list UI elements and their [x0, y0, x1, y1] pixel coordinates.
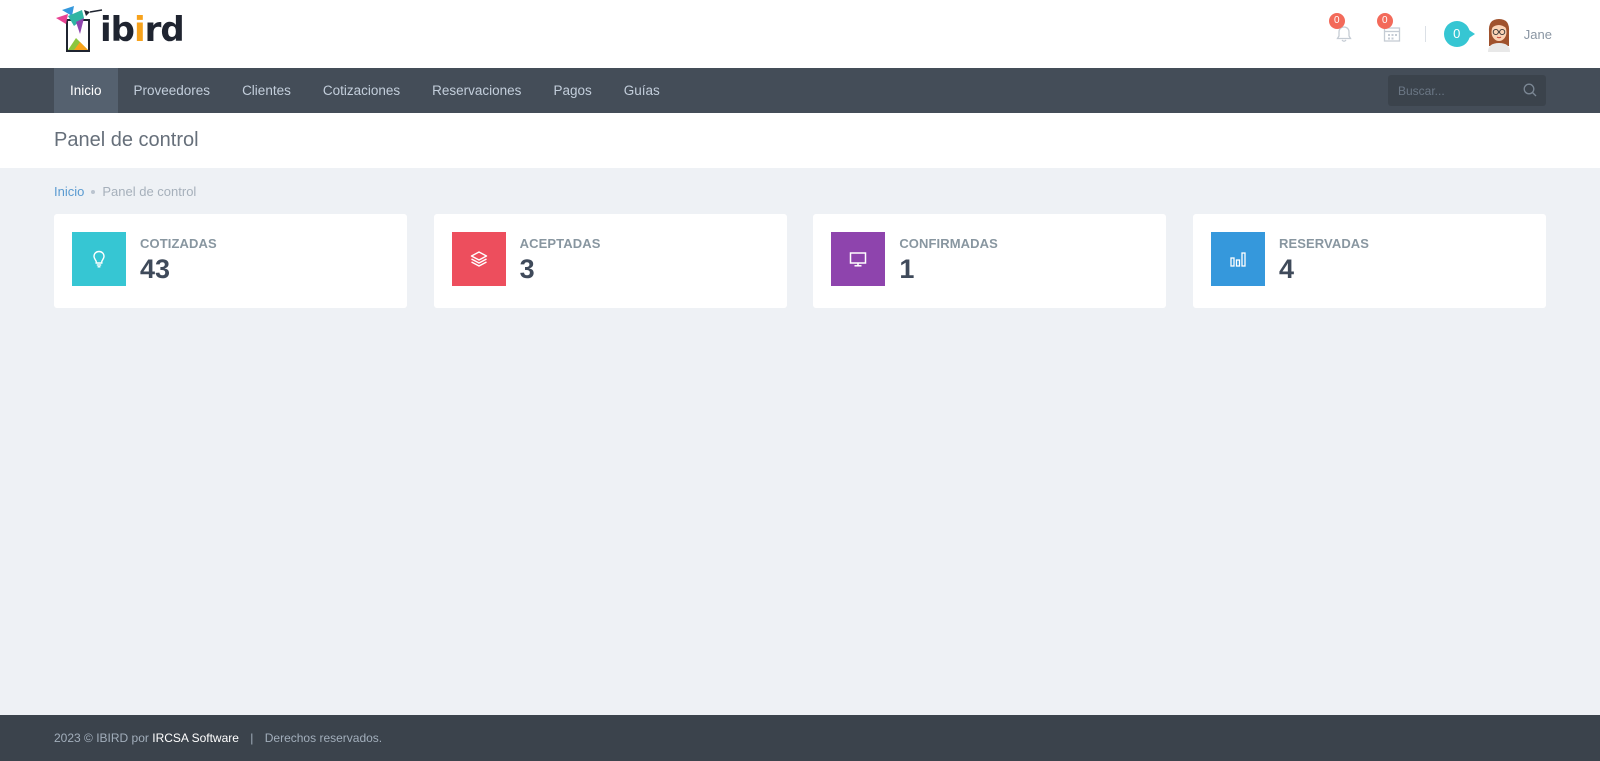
main-navbar: Inicio Proveedores Clientes Cotizaciones… [0, 68, 1600, 113]
inbox-badge[interactable]: 0 [1443, 21, 1475, 47]
footer-separator: | [250, 731, 254, 745]
stat-cards: COTIZADAS 43 ACEPTADAS 3 CONFIRMADAS 1 R… [54, 214, 1546, 308]
top-header: ibird 0 0 0 Jane [0, 0, 1600, 68]
breadcrumb: Inicio Panel de control [54, 184, 196, 199]
calendar-button[interactable]: 0 [1376, 13, 1407, 49]
bar-chart-icon [1230, 252, 1246, 267]
nav-item-inicio[interactable]: Inicio [54, 68, 118, 113]
stat-card-cotizadas[interactable]: COTIZADAS 43 [54, 214, 407, 308]
stat-icon-box [451, 232, 506, 286]
stat-value: 4 [1278, 254, 1294, 284]
footer-text: 2023 © IBIRD por IRCSA Software | Derech… [54, 731, 382, 745]
stat-card-confirmadas[interactable]: CONFIRMADAS 1 [813, 214, 1167, 308]
breadcrumb-current: Panel de control [102, 184, 197, 199]
calendar-badge: 0 [1376, 13, 1393, 29]
stat-card-reservadas[interactable]: RESERVADAS 4 [1192, 214, 1546, 308]
stat-icon-box [831, 232, 886, 286]
stat-value: 43 [140, 254, 171, 284]
stat-value: 1 [899, 254, 915, 284]
search-input[interactable] [1388, 75, 1518, 106]
page-title: Panel de control [54, 129, 199, 151]
logo-wordmark: ibird [100, 10, 185, 50]
breadcrumb-home-link[interactable]: Inicio [54, 184, 84, 199]
logo-text-accent: i [134, 10, 146, 50]
notifications-button[interactable]: 0 [1328, 13, 1359, 49]
logo-text-suffix: rd [144, 10, 185, 50]
footer-copyright: 2023 © IBIRD por [54, 731, 149, 745]
stat-label: RESERVADAS [1278, 236, 1370, 251]
layers-icon [470, 251, 487, 267]
search-icon[interactable] [1522, 82, 1538, 98]
page-head: Panel de control [0, 113, 1600, 168]
stat-value: 3 [519, 254, 535, 284]
nav-item-reservaciones[interactable]: Reservaciones [416, 68, 537, 113]
header-actions: 0 0 0 Jane [1311, 13, 1552, 54]
nav-item-proveedores[interactable]: Proveedores [118, 68, 227, 113]
nav-item-clientes[interactable]: Clientes [226, 68, 307, 113]
main-nav: Inicio Proveedores Clientes Cotizaciones… [54, 68, 676, 113]
stat-icon-box [1210, 232, 1265, 286]
username[interactable]: Jane [1524, 27, 1552, 42]
stat-card-aceptadas[interactable]: ACEPTADAS 3 [433, 214, 787, 308]
nav-item-pagos[interactable]: Pagos [537, 68, 607, 113]
stat-label: CONFIRMADAS [899, 236, 998, 251]
stat-label: COTIZADAS [140, 236, 217, 251]
stat-icon-box [72, 232, 126, 286]
avatar[interactable] [1484, 16, 1514, 52]
footer-rights: Derechos reservados. [264, 731, 383, 745]
nav-item-cotizaciones[interactable]: Cotizaciones [307, 68, 416, 113]
header-divider [1424, 26, 1426, 42]
lightbulb-icon [93, 250, 105, 268]
footer-brand-link[interactable]: IRCSA Software [152, 731, 239, 745]
notifications-badge: 0 [1328, 13, 1345, 29]
footer: 2023 © IBIRD por IRCSA Software | Derech… [0, 715, 1600, 761]
nav-item-guias[interactable]: Guías [608, 68, 676, 113]
breadcrumb-separator [91, 189, 96, 194]
ibird-logo[interactable]: ibird [54, 4, 185, 54]
monitor-icon [850, 252, 867, 267]
stat-label: ACEPTADAS [519, 236, 601, 251]
search-box [1388, 75, 1546, 106]
hummingbird-logo-icon [54, 4, 106, 54]
